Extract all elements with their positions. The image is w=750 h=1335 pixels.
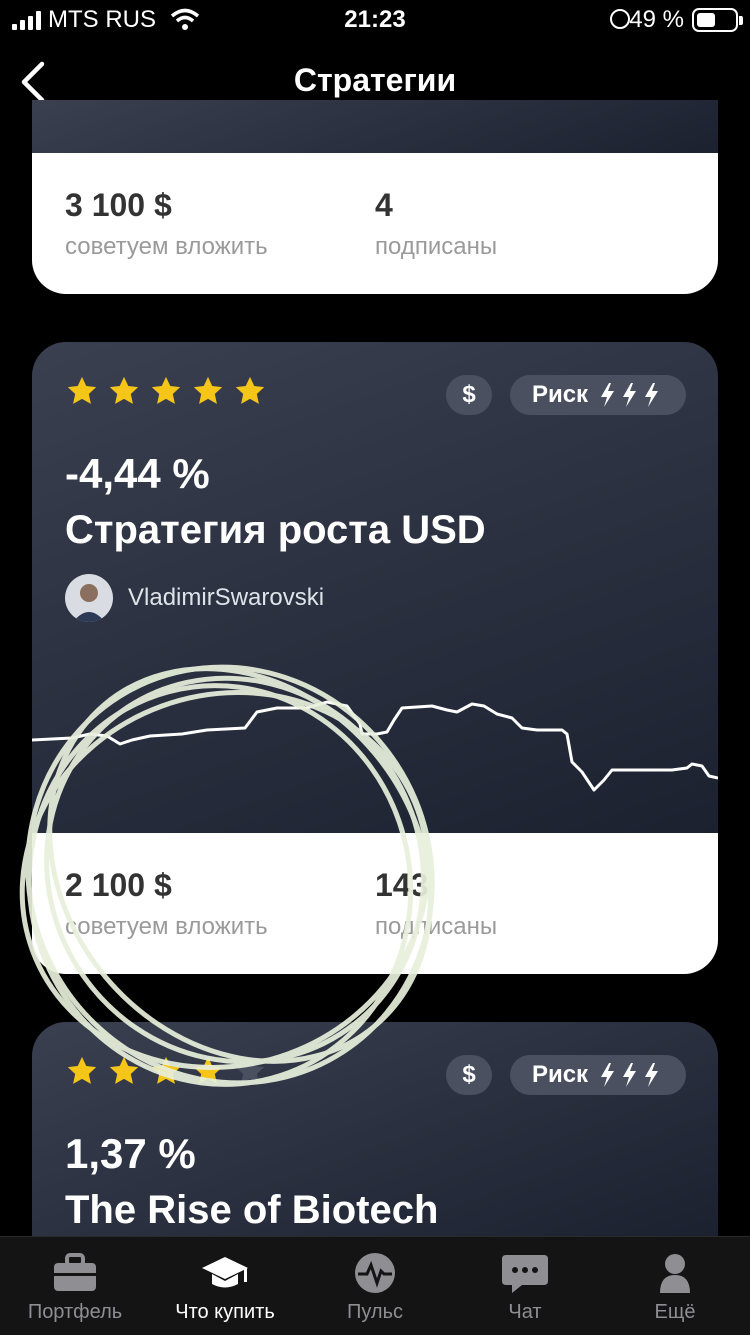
recommended-label: советуем вложить — [65, 233, 268, 260]
lightning-icon — [601, 1063, 659, 1087]
star-icon — [67, 376, 97, 404]
star-icon — [109, 376, 139, 404]
risk-label: Риск — [531, 1061, 589, 1088]
risk-badge: Риск — [510, 1055, 686, 1095]
strategy-return: 1,37 % — [65, 1130, 196, 1177]
person-icon — [660, 1254, 690, 1293]
tab-chat[interactable]: Чат — [450, 1237, 600, 1335]
orientation-lock-icon — [610, 9, 630, 29]
star-icon — [235, 376, 265, 404]
recommended-amount: 3 100 $ — [65, 187, 172, 223]
tab-what-to-buy[interactable]: Что купить — [150, 1237, 300, 1335]
strategy-name: Стратегия роста USD — [65, 508, 486, 552]
tab-portfolio[interactable]: Портфель — [0, 1237, 150, 1335]
strategy-card[interactable]: 3 100 $ советуем вложить 4 подписаны — [32, 100, 718, 294]
annotation-scribble — [19, 664, 435, 1087]
pulse-icon — [355, 1253, 395, 1293]
subscribers-count: 4 — [375, 187, 393, 223]
risk-label: Риск — [531, 381, 589, 408]
subscribers-label: подписаны — [375, 233, 498, 260]
star-icon — [193, 376, 223, 404]
lightning-icon — [601, 383, 659, 407]
graduation-cap-icon — [202, 1257, 248, 1288]
avatar — [65, 574, 113, 622]
chat-icon — [502, 1255, 548, 1293]
battery-percent: 49 % — [629, 6, 684, 33]
tab-bar: Портфель Что купить Пульс Чат Ещё — [0, 1236, 750, 1335]
star-rating — [65, 374, 275, 413]
strategy-return: -4,44 % — [65, 450, 210, 497]
currency-badge: $ — [446, 375, 492, 415]
star-icon — [151, 376, 181, 404]
status-bar: MTS RUS 21:23 49 % — [0, 0, 750, 40]
battery-icon — [692, 8, 743, 32]
briefcase-icon — [54, 1253, 96, 1291]
strategy-name: The Rise of Biotech — [65, 1188, 439, 1232]
author-name[interactable]: VladimirSwarovski — [128, 584, 324, 612]
tab-pulse[interactable]: Пульс — [300, 1237, 450, 1335]
page-title: Стратегии — [293, 62, 457, 98]
risk-badge: Риск — [510, 375, 686, 415]
tab-more[interactable]: Ещё — [600, 1237, 750, 1335]
